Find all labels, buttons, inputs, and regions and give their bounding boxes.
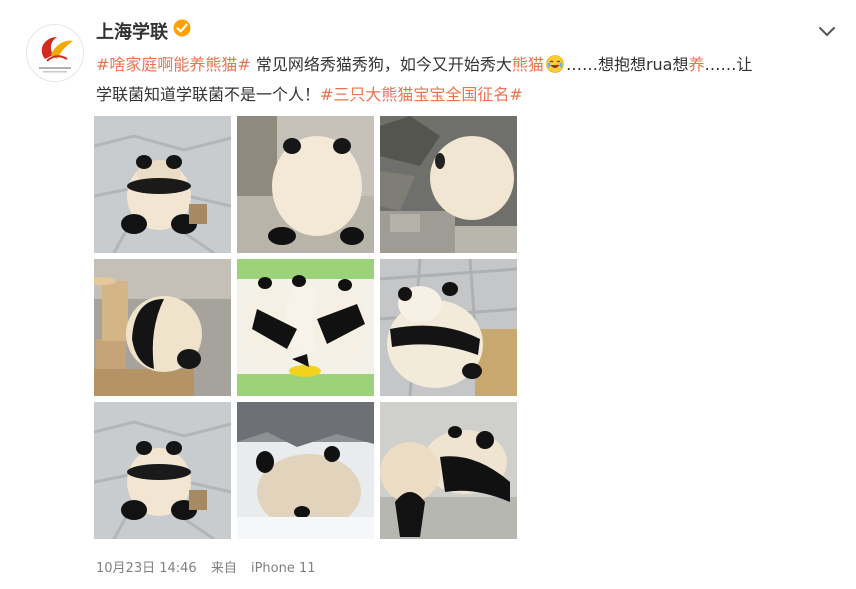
timestamp[interactable]: 10月23日 14:46 <box>96 561 197 576</box>
username[interactable]: 上海学联 <box>96 18 168 44</box>
panda-photo[interactable] <box>237 402 374 539</box>
panda-photo[interactable] <box>94 402 231 539</box>
panda-photo[interactable] <box>380 259 517 396</box>
content-line-1: #啥家庭啊能养熊猫# 常见网络秀猫秀狗，如今又开始秀大熊猫 ……想抱想rua想养…… <box>96 50 821 80</box>
panda-photo[interactable] <box>94 116 231 253</box>
panda-photo[interactable] <box>380 116 517 253</box>
hashtag-link[interactable]: #三只大熊猫宝宝全国征名# <box>320 85 523 104</box>
panda-photo[interactable] <box>237 259 374 396</box>
highlight-keyword[interactable]: 熊猫 <box>512 55 544 74</box>
source-prefix: 来自 <box>210 561 237 576</box>
content-line-2: 学联菌知道学联菌不是一个人！#三只大熊猫宝宝全国征名# <box>96 80 821 110</box>
content-text: 学联菌知道学联菌不是一个人！ <box>96 85 321 104</box>
verified-badge-icon <box>173 19 191 37</box>
panda-photo[interactable] <box>380 402 517 539</box>
post-meta: 10月23日 14:46 来自 iPhone 11 <box>96 557 336 576</box>
highlight-keyword[interactable]: 养 <box>688 55 704 74</box>
post-content: #啥家庭啊能养熊猫# 常见网络秀猫秀狗，如今又开始秀大熊猫 ……想抱想rua想养…… <box>96 50 821 110</box>
panda-photo[interactable] <box>237 116 374 253</box>
content-text: ……想抱想rua想 <box>565 55 689 74</box>
chevron-down-icon[interactable] <box>816 22 838 40</box>
content-text: 常见网络秀猫秀狗，如今又开始秀大 <box>250 55 512 74</box>
panda-photo[interactable] <box>94 259 231 396</box>
laughing-crying-emoji-icon <box>546 55 564 73</box>
avatar[interactable] <box>26 24 84 82</box>
source-device[interactable]: iPhone 11 <box>251 561 316 576</box>
photo-grid <box>94 116 517 540</box>
hashtag-link[interactable]: #啥家庭啊能养熊猫# <box>96 55 251 74</box>
content-text: ……让 <box>704 55 753 74</box>
source-label: 来自 iPhone 11 <box>211 561 326 576</box>
weibo-post: 上海学联 #啥家庭啊能养熊猫# 常见网络秀猫秀狗，如今又开始秀大熊猫 ……想抱想r… <box>0 0 856 589</box>
